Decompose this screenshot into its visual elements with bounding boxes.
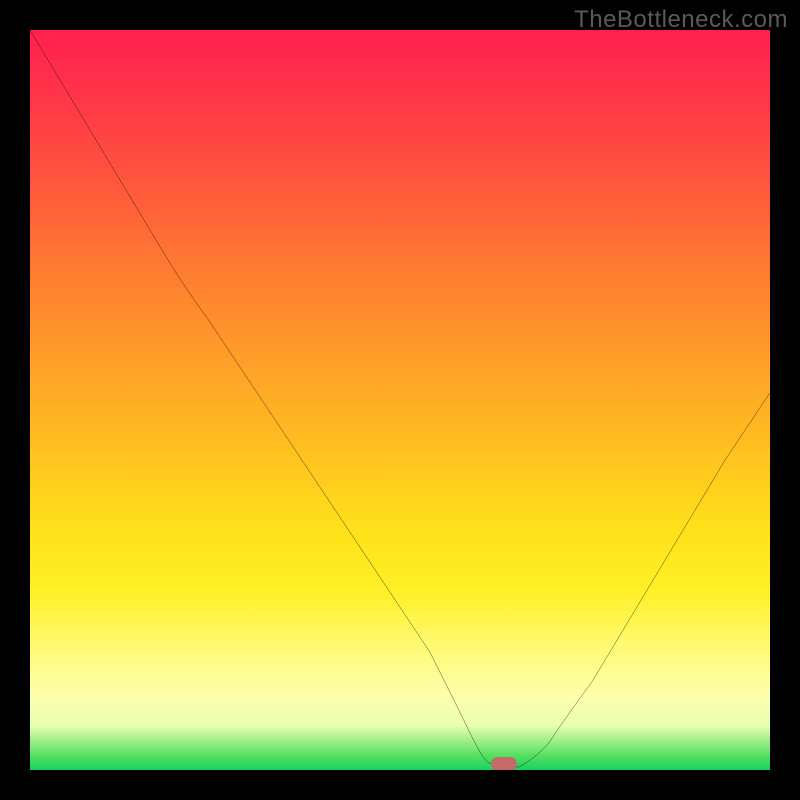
watermark-text: TheBottleneck.com	[574, 6, 788, 34]
plot-area	[30, 30, 770, 770]
bottleneck-curve	[30, 30, 770, 767]
chart-frame: TheBottleneck.com	[0, 0, 800, 800]
bottleneck-curve-svg	[30, 30, 770, 770]
optimal-marker	[491, 757, 517, 770]
